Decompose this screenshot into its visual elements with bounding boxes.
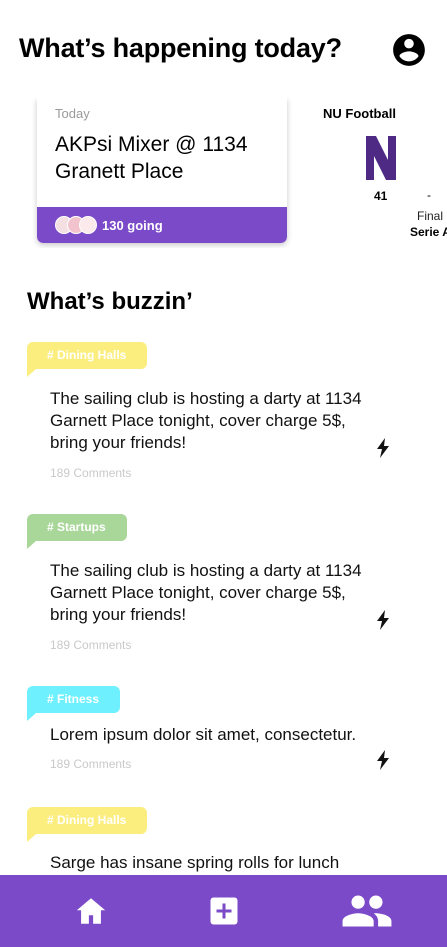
bolt-icon[interactable] xyxy=(375,750,391,770)
post-text: Sarge has insane spring rolls for lunch xyxy=(50,853,340,872)
header: What’s happening today? xyxy=(0,0,447,100)
nav-create-button[interactable] xyxy=(189,875,259,947)
northwestern-logo-icon xyxy=(366,136,396,180)
list-item[interactable]: # Fitness Lorem ipsum dolor sit amet, co… xyxy=(0,686,447,786)
account-circle-icon[interactable] xyxy=(390,31,428,69)
event-card[interactable]: Today AKPsi Mixer @ 1134 Granett Place 1… xyxy=(37,98,287,243)
comment-count[interactable]: 189 Comments xyxy=(50,757,131,771)
game-league: Serie A xyxy=(410,225,447,239)
list-item[interactable]: # Startups The sailing club is hosting a… xyxy=(0,514,447,654)
page-title: What’s happening today? xyxy=(19,33,342,63)
game-score-card[interactable]: NU Football 41 - Final Serie A xyxy=(296,98,447,243)
avatar xyxy=(79,216,97,234)
feed-title: What’s buzzin’ xyxy=(27,288,193,315)
home-score: 41 xyxy=(374,189,388,203)
post-tag[interactable]: # Startups xyxy=(27,514,127,549)
bolt-icon[interactable] xyxy=(375,610,391,630)
nav-people-button[interactable] xyxy=(331,875,403,947)
event-attendance-bar[interactable]: 130 going xyxy=(37,207,287,243)
score-separator: - xyxy=(427,188,431,202)
comment-count[interactable]: 189 Comments xyxy=(50,638,131,652)
post-text: Lorem ipsum dolor sit amet, consectetur. xyxy=(50,725,357,744)
bolt-icon[interactable] xyxy=(375,438,391,458)
people-icon xyxy=(342,895,392,927)
event-title: AKPsi Mixer @ 1134 Granett Place xyxy=(55,133,248,183)
game-title: NU Football xyxy=(323,106,396,121)
post-text: The sailing club is hosting a darty at 1… xyxy=(50,561,362,624)
nav-home-button[interactable] xyxy=(56,875,126,947)
post-text: The sailing club is hosting a darty at 1… xyxy=(50,389,362,452)
events-carousel[interactable]: Today AKPsi Mixer @ 1134 Granett Place 1… xyxy=(0,98,447,248)
post-tag[interactable]: # Dining Halls xyxy=(27,342,148,377)
buzz-feed[interactable]: # Dining Halls The sailing club is hosti… xyxy=(0,340,447,875)
game-status: Final xyxy=(417,209,444,223)
list-item[interactable]: # Dining Halls Sarge has insane spring r… xyxy=(0,807,447,875)
list-item[interactable]: # Dining Halls The sailing club is hosti… xyxy=(0,342,447,482)
comment-count[interactable]: 189 Comments xyxy=(50,466,131,480)
post-tag[interactable]: # Dining Halls xyxy=(27,807,148,842)
home-icon xyxy=(76,898,106,924)
event-date: Today xyxy=(55,106,90,121)
add-box-icon xyxy=(210,897,238,925)
post-tag[interactable]: # Fitness xyxy=(27,686,121,721)
going-count: 130 going xyxy=(102,218,163,233)
attendee-avatars xyxy=(55,216,101,234)
bottom-nav xyxy=(0,875,447,947)
